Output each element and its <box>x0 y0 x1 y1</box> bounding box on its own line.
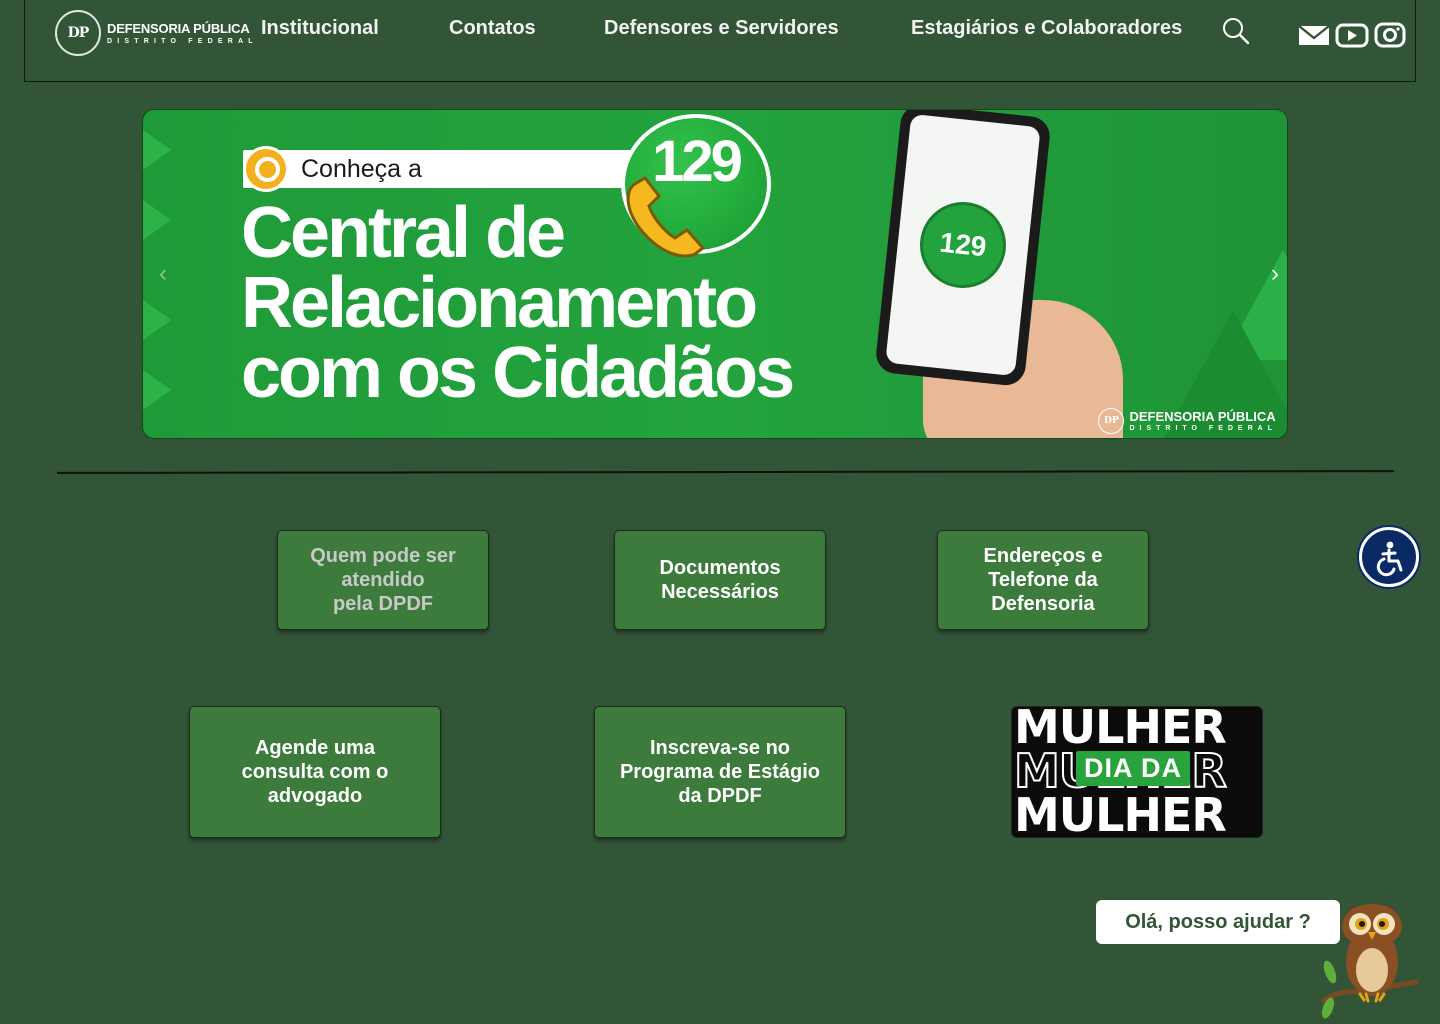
nav-estagiarios-colaboradores[interactable]: Estagiários e Colaboradores <box>911 17 1182 40</box>
site-header: DP DEFENSORIA PÚBLICA DISTRITO FEDERAL I… <box>24 0 1416 82</box>
tile-programa-estagio[interactable]: Inscreva-se no Programa de Estágio da DP… <box>594 706 846 838</box>
logo-text: DEFENSORIA PÚBLICA DISTRITO FEDERAL <box>107 22 258 45</box>
tile-enderecos-telefone[interactable]: Endereços e Telefone da Defensoria <box>937 530 1149 630</box>
owl-mascot-icon[interactable] <box>1320 896 1420 1020</box>
nav-defensores-servidores[interactable]: Defensores e Servidores <box>604 17 839 40</box>
banner-search-icon <box>243 146 289 192</box>
logo-name: DEFENSORIA PÚBLICA <box>107 20 250 36</box>
instagram-icon[interactable] <box>1373 22 1407 48</box>
chat-greeting-button[interactable]: Olá, posso ajudar ? <box>1096 900 1340 944</box>
phone-badge: 129 <box>915 197 1011 293</box>
hero-banner[interactable]: Conheça a Central de Relacionamento com … <box>142 109 1288 439</box>
section-divider <box>56 470 1395 474</box>
banner-title-line: com os Cidadãos <box>241 333 795 413</box>
promo-word: MULHER <box>1014 788 1227 838</box>
tile-agende-consulta[interactable]: Agende uma consulta com o advogado <box>189 706 441 838</box>
decor-triangle <box>143 130 171 170</box>
banner-logo: DP DEFENSORIA PÚBLICA DISTRITO FEDERAL <box>1098 408 1277 434</box>
mail-icon[interactable] <box>1297 22 1331 48</box>
phone-handset-icon <box>621 174 717 262</box>
smartphone-image: 129 <box>874 110 1052 388</box>
carousel-next-icon[interactable]: › <box>1265 260 1285 288</box>
dia-da-badge: DIA DA <box>1076 751 1190 786</box>
logo-subtitle: DISTRITO FEDERAL <box>107 37 258 45</box>
tile-documentos-necessarios[interactable]: Documentos Necessários <box>614 530 826 630</box>
decor-triangle <box>143 370 171 410</box>
promo-word: MULHER <box>1014 706 1227 754</box>
nav-institucional[interactable]: Institucional <box>261 17 379 40</box>
decor-triangle <box>143 200 171 240</box>
youtube-icon[interactable] <box>1335 22 1369 48</box>
dpdf-logo[interactable]: DP DEFENSORIA PÚBLICA DISTRITO FEDERAL <box>55 10 258 56</box>
dia-da-mulher-banner[interactable]: MULHER MULHER MULHER DIA DA <box>1011 706 1263 838</box>
logo-seal: DP <box>55 10 101 56</box>
carousel-prev-icon[interactable]: ‹ <box>153 260 173 288</box>
nav-contatos[interactable]: Contatos <box>449 17 536 40</box>
search-icon[interactable] <box>1221 16 1251 46</box>
tile-quem-pode-ser-atendido[interactable]: Quem pode ser atendido pela DPDF <box>277 530 489 630</box>
decor-triangle <box>143 300 171 340</box>
banner-title-line: Relacionamento <box>241 263 758 343</box>
banner-tagline: Conheça a <box>243 150 663 188</box>
accessibility-icon[interactable] <box>1359 527 1419 587</box>
